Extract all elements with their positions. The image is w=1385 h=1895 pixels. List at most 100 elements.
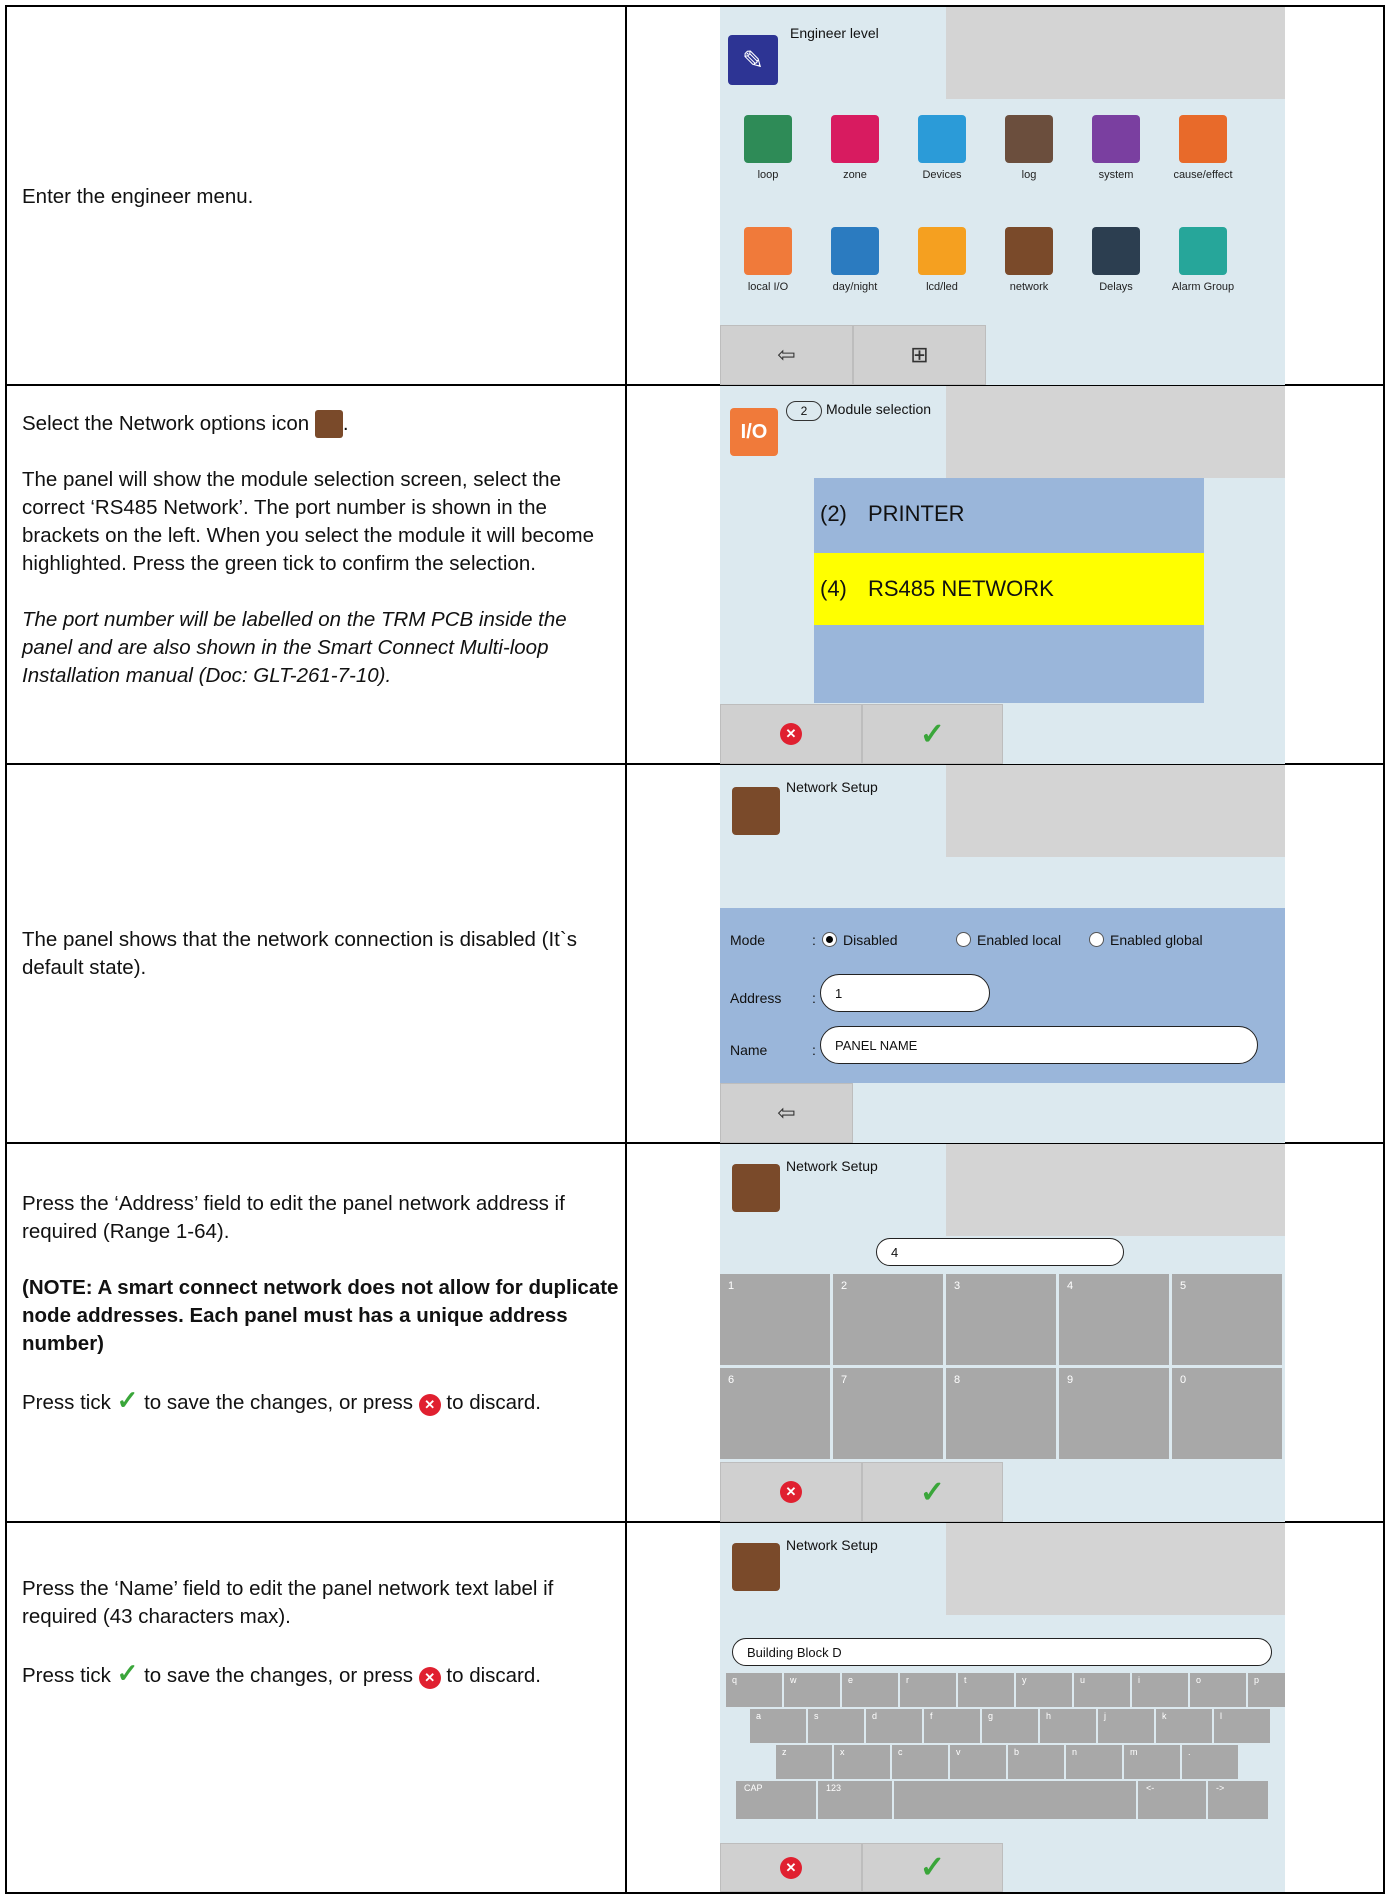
exit-button[interactable]: ⇦ xyxy=(720,1083,853,1143)
key-n[interactable]: n xyxy=(1066,1745,1122,1779)
key-5[interactable]: 5 xyxy=(1172,1274,1282,1365)
key-1[interactable]: 1 xyxy=(720,1274,830,1365)
key-a[interactable]: a xyxy=(750,1709,806,1743)
step-badge: 2 xyxy=(786,401,822,421)
key-j[interactable]: j xyxy=(1098,1709,1154,1743)
table-border-left xyxy=(5,5,7,1893)
menu-item-alarm-group[interactable]: Alarm Group xyxy=(1161,227,1245,293)
network-icon xyxy=(1005,227,1053,275)
key-z[interactable]: z xyxy=(776,1745,832,1779)
key-6[interactable]: 6 xyxy=(720,1368,830,1459)
menu-item-label: loop xyxy=(757,169,779,181)
key-l[interactable]: l xyxy=(1214,1709,1270,1743)
menu-item-label: cause/effect xyxy=(1173,169,1233,181)
mode-enabled-global-radio[interactable]: Enabled global xyxy=(1089,932,1203,948)
key-2[interactable]: 2 xyxy=(833,1274,943,1365)
key-4[interactable]: 4 xyxy=(1059,1274,1169,1365)
name-label: Name xyxy=(730,1042,768,1058)
local-io-icon xyxy=(744,227,792,275)
devices-icon xyxy=(918,115,966,163)
name-input[interactable]: Building Block D xyxy=(732,1638,1272,1666)
network-icon xyxy=(314,410,343,438)
menu-item-loop[interactable]: loop xyxy=(726,115,810,181)
menu-item-cause-effect[interactable]: cause/effect xyxy=(1161,115,1245,181)
key-e[interactable]: e xyxy=(842,1673,898,1707)
module-item-rs485[interactable]: (4) RS485 NETWORK xyxy=(814,553,1204,625)
screen-title: Module selection xyxy=(826,401,932,417)
exit-button[interactable]: ⇦ xyxy=(720,325,853,385)
key-s[interactable]: s xyxy=(808,1709,864,1743)
network-icon xyxy=(732,1543,780,1591)
key-w[interactable]: w xyxy=(784,1673,840,1707)
cancel-icon: ✕ xyxy=(780,723,802,745)
key-o[interactable]: o xyxy=(1190,1673,1246,1707)
confirm-button[interactable]: ✓ xyxy=(862,1843,1003,1892)
address-input[interactable]: 4 xyxy=(876,1238,1124,1266)
menu-item-system[interactable]: system xyxy=(1074,115,1158,181)
key-u[interactable]: u xyxy=(1074,1673,1130,1707)
key-period[interactable]: . xyxy=(1182,1745,1238,1779)
tick-icon: ✓ xyxy=(116,1385,139,1415)
key-cursor-left[interactable]: <- xyxy=(1138,1781,1206,1819)
menu-item-label: local I/O xyxy=(747,281,789,293)
key-c[interactable]: c xyxy=(892,1745,948,1779)
name-field[interactable]: PANEL NAME xyxy=(820,1026,1258,1064)
menu-item-log[interactable]: log xyxy=(987,115,1071,181)
cancel-button[interactable]: ✕ xyxy=(720,1843,862,1892)
network-setup-screen: Network Setup Mode : Disabled Enabled lo… xyxy=(720,765,1285,1143)
key-v[interactable]: v xyxy=(950,1745,1006,1779)
key-t[interactable]: t xyxy=(958,1673,1014,1707)
key-g[interactable]: g xyxy=(982,1709,1038,1743)
key-f[interactable]: f xyxy=(924,1709,980,1743)
key-123[interactable]: 123 xyxy=(818,1781,892,1819)
key-7[interactable]: 7 xyxy=(833,1368,943,1459)
key-h[interactable]: h xyxy=(1040,1709,1096,1743)
menu-item-devices[interactable]: Devices xyxy=(900,115,984,181)
add-button[interactable]: ⊞ xyxy=(853,325,986,385)
row1-text: Enter the engineer menu. xyxy=(22,185,254,208)
status-area xyxy=(946,386,1285,478)
address-field[interactable]: 1 xyxy=(820,974,990,1012)
mode-enabled-local-radio[interactable]: Enabled local xyxy=(956,932,1061,948)
cancel-button[interactable]: ✕ xyxy=(720,1462,862,1522)
confirm-button[interactable]: ✓ xyxy=(862,704,1003,764)
menu-item-local-io[interactable]: local I/O xyxy=(726,227,810,293)
menu-item-lcd-led[interactable]: lcd/led xyxy=(900,227,984,293)
menu-item-day-night[interactable]: day/night xyxy=(813,227,897,293)
row2-text-select: Select the Network options icon xyxy=(22,412,310,435)
key-8[interactable]: 8 xyxy=(946,1368,1056,1459)
tick-icon: ✓ xyxy=(919,1851,946,1884)
key-k[interactable]: k xyxy=(1156,1709,1212,1743)
key-x[interactable]: x xyxy=(834,1745,890,1779)
key-caps[interactable]: CAP xyxy=(736,1781,816,1819)
key-d[interactable]: d xyxy=(866,1709,922,1743)
day-night-icon xyxy=(831,227,879,275)
key-y[interactable]: y xyxy=(1016,1673,1072,1707)
key-space[interactable] xyxy=(894,1781,1136,1819)
menu-item-zone[interactable]: zone xyxy=(813,115,897,181)
menu-item-network[interactable]: network xyxy=(987,227,1071,293)
screen-title: Network Setup xyxy=(786,779,878,795)
menu-item-delays[interactable]: Delays xyxy=(1074,227,1158,293)
mode-disabled-radio[interactable]: Disabled xyxy=(822,932,897,948)
confirm-button[interactable]: ✓ xyxy=(862,1462,1003,1522)
network-icon xyxy=(732,1164,780,1212)
key-9[interactable]: 9 xyxy=(1059,1368,1169,1459)
key-3[interactable]: 3 xyxy=(946,1274,1056,1365)
screen-title: Network Setup xyxy=(786,1537,878,1553)
mode-label: Mode xyxy=(730,932,766,948)
key-i[interactable]: i xyxy=(1132,1673,1188,1707)
key-m[interactable]: m xyxy=(1124,1745,1180,1779)
key-cursor-right[interactable]: -> xyxy=(1208,1781,1268,1819)
row2-text-p2: The panel will show the module selection… xyxy=(22,468,595,575)
key-b[interactable]: b xyxy=(1008,1745,1064,1779)
module-item-printer[interactable]: (2) PRINTER xyxy=(814,478,1204,550)
key-p[interactable]: p xyxy=(1248,1673,1285,1707)
key-0[interactable]: 0 xyxy=(1172,1368,1282,1459)
row4-text-note: (NOTE: A smart connect network does not … xyxy=(22,1276,619,1355)
cancel-button[interactable]: ✕ xyxy=(720,704,862,764)
key-q[interactable]: q xyxy=(726,1673,782,1707)
loop-icon xyxy=(744,115,792,163)
menu-item-label: zone xyxy=(843,169,867,181)
key-r[interactable]: r xyxy=(900,1673,956,1707)
